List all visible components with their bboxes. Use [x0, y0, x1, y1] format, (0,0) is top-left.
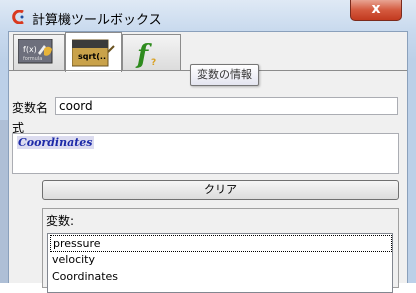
- sqrt-tab-icon: sqrt(..: [72, 39, 115, 67]
- list-item[interactable]: velocity: [50, 252, 97, 267]
- expression-field[interactable]: Coordinates: [12, 133, 399, 174]
- window-title: 計算機ツールボックス: [32, 13, 162, 28]
- varname-input[interactable]: [55, 97, 398, 115]
- function-info-letter: f: [135, 40, 152, 69]
- expression-text: Coordinates: [17, 136, 94, 149]
- tab-variable-info[interactable]: f ?: [122, 34, 181, 70]
- function-info-tab-icon: f ?: [135, 40, 156, 69]
- tab-sqrt[interactable]: sqrt(..: [65, 32, 122, 72]
- svg-text:?: ?: [151, 58, 156, 68]
- clear-button[interactable]: クリア: [42, 180, 399, 200]
- tooltip: 変数の情報: [190, 64, 259, 86]
- varname-label: 変数名: [12, 101, 49, 115]
- formula-tab-sublabel: formula: [23, 56, 42, 62]
- window: 計算機ツールボックス x f(x) formula sqrt(.. f ? 変数…: [0, 0, 416, 293]
- variables-label: 変数:: [46, 214, 75, 228]
- client-area: f(x) formula sqrt(.. f ? 変数の情報 変数名 coord…: [8, 31, 408, 293]
- background-strip: [0, 120, 8, 283]
- list-item[interactable]: pressure: [50, 235, 392, 252]
- close-button[interactable]: x: [350, 0, 402, 21]
- variables-group: 変数: pressure velocity Coordinates: [42, 208, 399, 293]
- formula-tab-icon: f(x) formula: [18, 39, 53, 64]
- variables-list[interactable]: pressure velocity Coordinates: [47, 233, 393, 293]
- formula-tab-text: f(x): [23, 45, 37, 54]
- sqrt-tab-text: sqrt(..: [78, 52, 106, 61]
- tab-formula[interactable]: f(x) formula: [13, 34, 65, 70]
- app-icon: [12, 10, 24, 24]
- title-bar[interactable]: 計算機ツールボックス x: [0, 0, 416, 32]
- list-item[interactable]: Coordinates: [50, 269, 120, 284]
